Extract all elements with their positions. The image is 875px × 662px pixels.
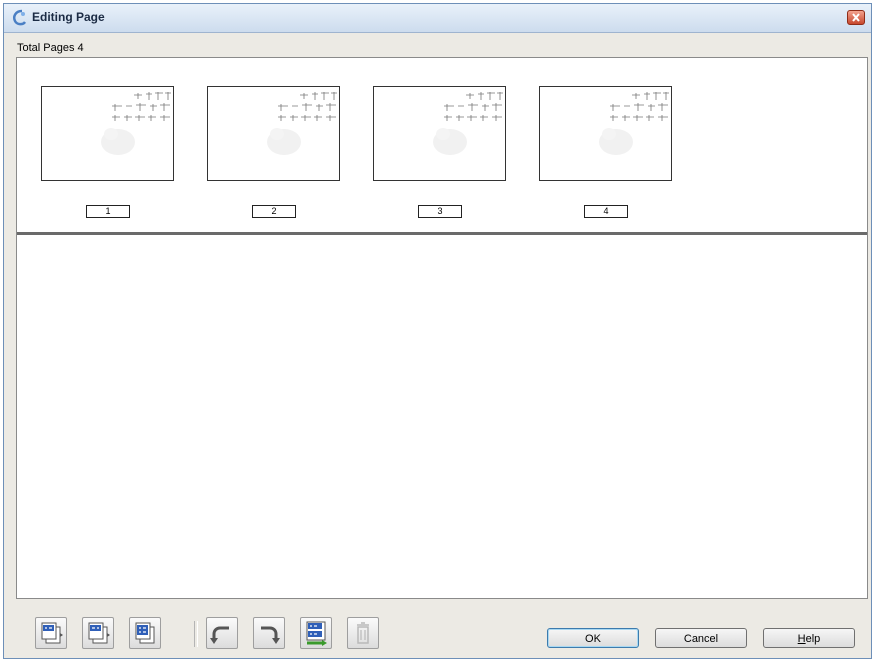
page-number-box: 1	[86, 205, 130, 218]
help-button[interactable]: Help	[763, 628, 855, 648]
select-even-pages-icon	[88, 622, 110, 644]
reorder-pages-icon	[306, 621, 327, 646]
thumbnail-strip: 1 2 3 4	[17, 58, 867, 232]
window-title: Editing Page	[32, 10, 105, 24]
title-bar[interactable]: Editing Page	[4, 4, 871, 33]
page-preview-image	[373, 86, 506, 181]
ok-button[interactable]: OK	[547, 628, 639, 648]
delete-page-icon	[357, 622, 369, 644]
page-preview-image	[41, 86, 174, 181]
help-label-rest: elp	[805, 633, 821, 645]
select-all-pages-button[interactable]	[129, 617, 161, 649]
page-preview-image	[539, 86, 672, 181]
rotate-left-icon	[210, 626, 229, 644]
page-number-box: 4	[584, 205, 628, 218]
reorder-pages-button[interactable]	[300, 617, 332, 649]
rotate-left-button[interactable]	[206, 617, 238, 649]
page-number-box: 3	[418, 205, 462, 218]
page-preview-image	[207, 86, 340, 181]
select-even-pages-button[interactable]	[82, 617, 114, 649]
page-thumbnail[interactable]: 2	[207, 86, 340, 232]
cancel-button[interactable]: Cancel	[655, 628, 747, 648]
page-thumbnail[interactable]: 3	[373, 86, 506, 232]
rotate-right-button[interactable]	[253, 617, 285, 649]
scanner-app-icon	[10, 9, 28, 27]
page-thumbnail[interactable]: 4	[539, 86, 672, 232]
total-pages-label: Total Pages 4	[17, 42, 84, 54]
delete-page-button[interactable]	[347, 617, 379, 649]
close-icon	[852, 13, 860, 22]
page-editing-pane: 1 2 3 4	[16, 57, 868, 599]
bottom-toolbar: OK Cancel Help	[4, 611, 871, 651]
toolbar-separator	[194, 621, 198, 647]
page-number-box: 2	[252, 205, 296, 218]
select-all-pages-icon	[135, 622, 155, 644]
select-odd-pages-button[interactable]	[35, 617, 67, 649]
page-thumbnail[interactable]: 1	[41, 86, 174, 232]
close-button[interactable]	[847, 10, 865, 25]
rotate-right-icon	[261, 626, 280, 644]
page-preview-area	[17, 235, 867, 598]
editing-page-dialog: Editing Page Total Pages 4 1 2 3 4 OK Ca…	[3, 3, 872, 659]
select-odd-pages-icon	[41, 622, 63, 644]
help-label-hotkey: H	[797, 633, 806, 645]
